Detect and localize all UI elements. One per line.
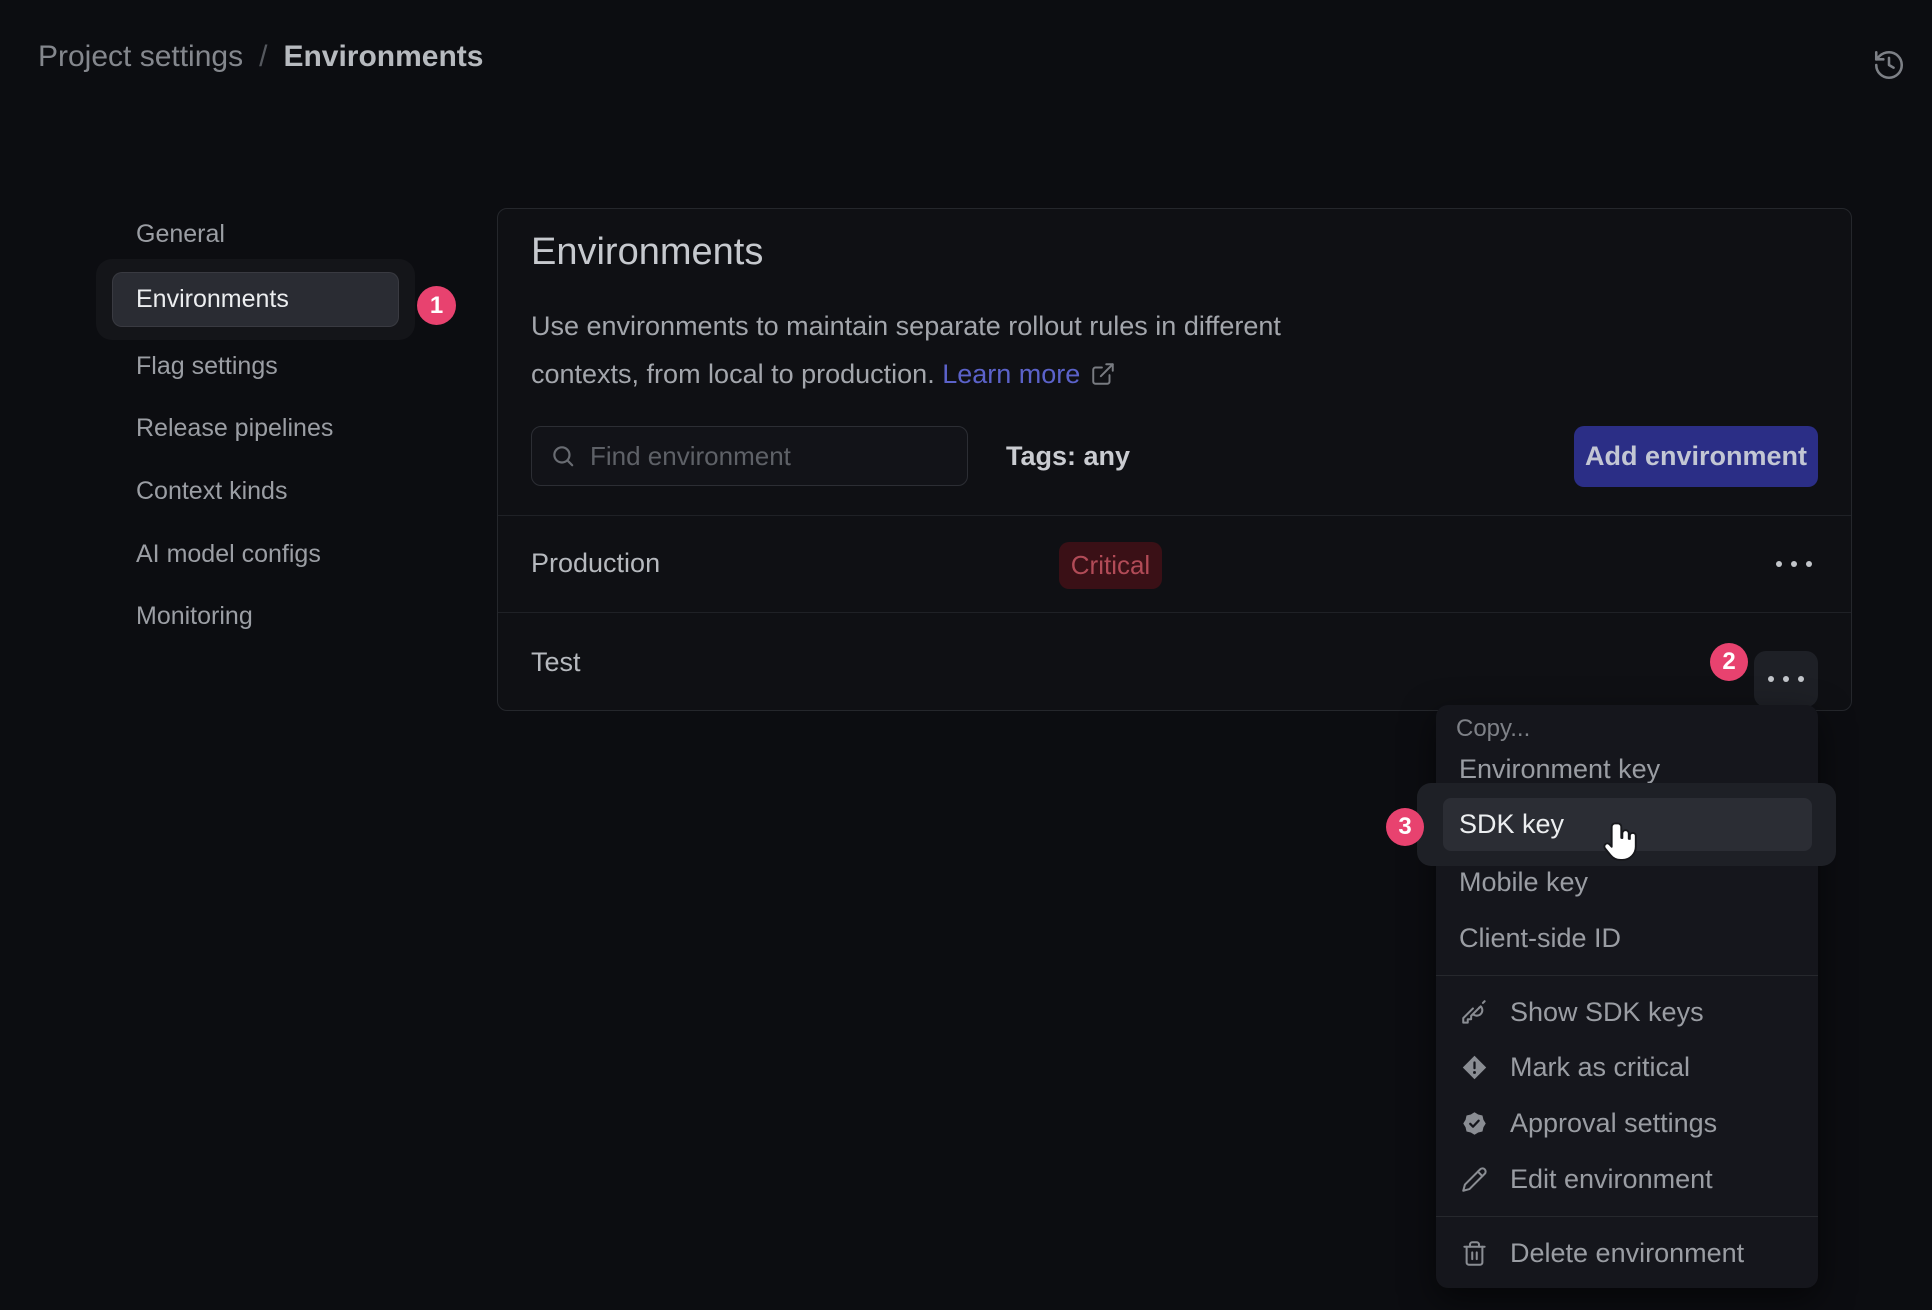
menu-item-sdk-key[interactable]: SDK key [1443,798,1812,851]
test-overflow-menu-button[interactable] [1754,651,1818,707]
critical-diamond-icon [1461,1054,1488,1081]
history-icon [1872,48,1906,82]
add-environment-button[interactable]: Add environment [1574,426,1818,487]
ellipsis-icon [1768,676,1804,682]
description-text: Use environments to maintain separate ro… [531,311,1281,389]
environment-search [531,426,968,486]
pencil-icon [1461,1166,1488,1193]
key-icon [1461,999,1488,1026]
menu-item-label: Approval settings [1510,1108,1717,1139]
menu-item-show-sdk-keys[interactable]: Show SDK keys [1436,990,1818,1034]
environment-row-test: Test [531,612,581,712]
sidebar-item-environments-halo: Environments [96,259,415,340]
menu-item-mobile-key[interactable]: Mobile key [1436,860,1818,904]
tags-filter[interactable]: Tags: any [1006,426,1130,486]
divider [498,612,1851,613]
ellipsis-icon [1776,561,1812,567]
sidebar-item-label: Environments [136,285,289,314]
copy-section-label: Copy... [1456,711,1530,747]
breadcrumb-project-settings[interactable]: Project settings [38,40,243,74]
menu-item-label: Show SDK keys [1510,997,1704,1028]
menu-item-label: Edit environment [1510,1164,1713,1195]
trash-icon [1461,1240,1488,1267]
menu-divider [1436,975,1818,976]
menu-divider [1436,1216,1818,1217]
app-window: Project settings / Environments General … [0,0,1932,1310]
sidebar-item-context-kinds[interactable]: Context kinds [136,477,287,505]
breadcrumb-separator: / [259,40,267,74]
menu-item-label: Delete environment [1510,1238,1744,1269]
step-badge-1: 1 [417,286,456,325]
external-link-icon [1090,361,1116,387]
menu-item-approval-settings[interactable]: Approval settings [1436,1101,1818,1145]
step-badge-3: 3 [1386,808,1424,846]
critical-status-badge: Critical [1059,542,1162,589]
breadcrumb: Project settings / Environments [38,40,483,74]
search-input[interactable] [590,441,967,472]
sidebar-item-environments[interactable]: Environments [112,272,399,327]
approval-seal-icon [1461,1110,1488,1137]
sidebar-item-general[interactable]: General [136,220,225,248]
learn-more-link[interactable]: Learn more [942,359,1080,389]
breadcrumb-current-page: Environments [283,40,483,74]
search-icon [550,443,576,469]
sidebar-item-monitoring[interactable]: Monitoring [136,602,253,630]
environment-context-menu: Copy... Environment key SDK key Mobile k… [1436,705,1818,1288]
menu-item-mark-as-critical[interactable]: Mark as critical [1436,1045,1818,1089]
panel-description: Use environments to maintain separate ro… [531,302,1341,398]
page-title: Environments [531,231,763,274]
divider [498,515,1851,516]
environments-panel: Environments Use environments to maintai… [497,208,1852,711]
environment-row-production: Production [531,515,660,612]
step-badge-2: 2 [1710,643,1748,681]
history-button[interactable] [1866,42,1912,88]
sidebar-item-flag-settings[interactable]: Flag settings [136,352,278,380]
menu-item-delete-environment[interactable]: Delete environment [1436,1231,1818,1275]
production-overflow-menu-button[interactable] [1761,515,1827,612]
menu-item-edit-environment[interactable]: Edit environment [1436,1157,1818,1201]
menu-item-label: Mark as critical [1510,1052,1690,1083]
sidebar-item-release-pipelines[interactable]: Release pipelines [136,414,333,442]
sidebar-item-ai-model-configs[interactable]: AI model configs [136,540,321,568]
menu-item-client-side-id[interactable]: Client-side ID [1436,916,1818,960]
